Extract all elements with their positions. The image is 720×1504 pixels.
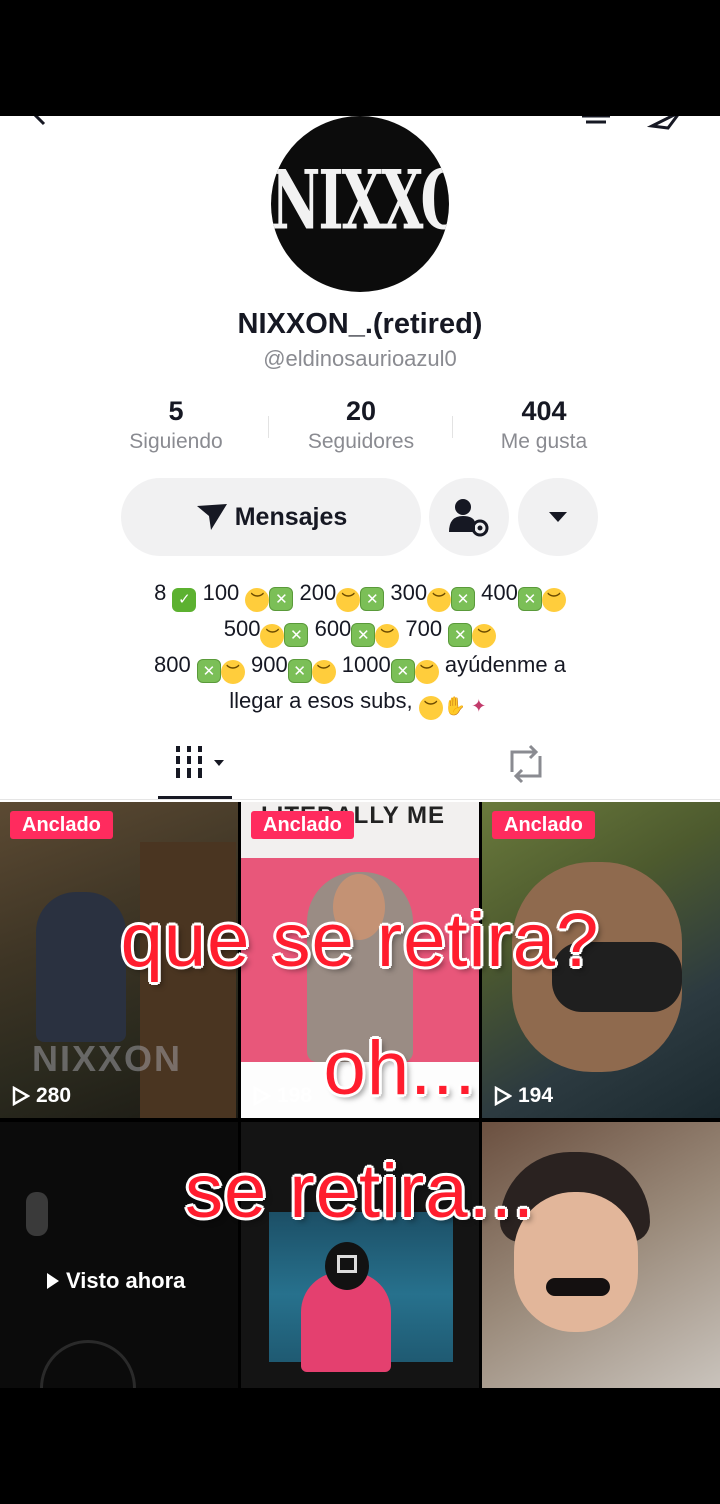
pinned-badge: Anclado (251, 811, 354, 839)
cross-mark-emoji-icon: ✕ (284, 623, 309, 647)
profile-bio: 8 ✓ 100 ︶ ✕ 200 ︶ ✕ 300 ︶ ✕ 400 ✕ ︶ 500 ︶ ✕ 600 ✕ ︶… (60, 576, 660, 720)
bio-line: 8 ✓ 100 ︶ ✕ 200 ︶ ✕ 300 ︶ ✕ 400 ✕ ︶ (60, 576, 660, 612)
watched-now-label: Visto ahora (46, 1268, 185, 1294)
stat-divider (452, 416, 453, 438)
grid-icon[interactable] (174, 744, 230, 780)
play-icon (12, 1086, 30, 1106)
user-settings-icon (449, 499, 489, 537)
avatar[interactable]: NIXXON (271, 116, 449, 292)
bio-text: 600 (308, 616, 352, 641)
pinned-badge: Anclado (10, 811, 113, 839)
sad-face-emoji-icon: ︶ (245, 588, 270, 612)
bio-text: 800 (154, 652, 197, 677)
stat-followers-value: 20 (345, 396, 377, 426)
check-emoji-icon: ✓ (172, 588, 197, 612)
confetti-emoji-icon: ✦ (471, 696, 487, 716)
bio-text: 700 (399, 616, 449, 641)
messages-button[interactable]: Mensajes (121, 478, 421, 556)
messages-button-label: Mensajes (234, 502, 348, 531)
add-friend-button[interactable] (429, 478, 509, 556)
sad-face-emoji-icon: ︶ (375, 624, 400, 648)
bio-text: 1000 (335, 652, 391, 677)
caret-down-icon (549, 512, 567, 522)
more-options-button[interactable] (518, 478, 598, 556)
sad-face-emoji-icon: ︶ (311, 660, 336, 684)
thumbnail-mustache (546, 1278, 610, 1296)
sad-face-emoji-icon: ︶ (427, 588, 452, 612)
tab-divider (0, 799, 720, 800)
bio-text: llegar a esos subs, (229, 688, 419, 713)
stat-followers-label: Seguidores (307, 430, 415, 453)
cross-mark-emoji-icon: ✕ (351, 623, 376, 647)
profile-screen: NIXXON NIXXON_.(retired) @eldinosaurioaz… (0, 116, 720, 802)
repost-icon[interactable] (504, 744, 548, 784)
profile-username: NIXXON_.(retired) (237, 308, 483, 340)
share-icon[interactable] (646, 116, 686, 130)
bio-text: 500 (223, 616, 261, 641)
meme-caption-line-2: oh... (323, 1026, 477, 1111)
cross-mark-emoji-icon: ✕ (517, 587, 542, 611)
avatar-logo-text: NIXXON (271, 152, 449, 248)
meme-caption-line-3: se retira... (185, 1149, 535, 1234)
sad-face-emoji-icon: ︶ (220, 660, 245, 684)
stat-likes-value: 404 (521, 396, 567, 426)
stat-following-label: Siguiendo (129, 430, 223, 453)
bio-line: 500 ︶ ✕ 600 ✕ ︶ 700 ✕ ︶ (60, 612, 660, 648)
bio-text: 900 (244, 652, 288, 677)
bio-text: ayúdenme a (438, 652, 566, 677)
cross-mark-emoji-icon: ✕ (448, 623, 473, 647)
bio-text: 200 (293, 580, 337, 605)
sad-face-emoji-icon: ︶ (418, 696, 443, 720)
pinned-badge: Anclado (492, 811, 595, 839)
bell-icon[interactable] (578, 116, 614, 128)
cross-mark-emoji-icon: ✕ (287, 659, 312, 683)
cross-mark-emoji-icon: ✕ (360, 587, 385, 611)
play-icon (47, 1273, 59, 1289)
profile-handle: @eldinosaurioazul0 (263, 346, 457, 371)
sad-face-emoji-icon: ︶ (260, 624, 285, 648)
stat-following[interactable]: 5 Siguiendo (86, 394, 266, 456)
meme-caption-line-1: que se retira? (120, 898, 600, 983)
watched-now-text: Visto ahora (66, 1268, 186, 1293)
bio-text: 400 (475, 580, 518, 605)
bio-line: 800 ✕ ︶ 900 ✕ ︶ 1000 ✕ ︶ ayúdenme a (60, 648, 660, 684)
thumbnail-circle (40, 1340, 136, 1388)
sad-face-emoji-icon: ︶ (336, 588, 361, 612)
praying-hands-emoji-icon: ✋ (443, 696, 466, 716)
sad-face-emoji-icon: ︶ (541, 588, 566, 612)
cross-mark-emoji-icon: ✕ (451, 587, 476, 611)
cross-mark-emoji-icon: ✕ (390, 659, 415, 683)
bio-line: llegar a esos subs, ︶ ✋ ✦ (60, 684, 660, 720)
cross-mark-emoji-icon: ✕ (269, 587, 294, 611)
bottom-letterbox (0, 1388, 720, 1504)
stat-divider (268, 416, 269, 438)
bio-text: 100 (196, 580, 246, 605)
cross-mark-emoji-icon: ✕ (196, 659, 221, 683)
back-arrow-icon[interactable] (28, 116, 52, 126)
sad-face-emoji-icon: ︶ (414, 660, 439, 684)
sad-face-emoji-icon: ︶ (472, 624, 497, 648)
top-letterbox (0, 0, 720, 116)
thumbnail-square-symbol (337, 1255, 357, 1273)
stat-followers[interactable]: 20 Seguidores (271, 394, 451, 456)
bio-text: 8 (154, 580, 173, 605)
stat-likes[interactable]: 404 Me gusta (454, 394, 634, 456)
send-icon (196, 504, 227, 530)
stat-likes-label: Me gusta (500, 430, 588, 453)
bio-text: 300 (384, 580, 428, 605)
stat-following-value: 5 (168, 396, 184, 426)
